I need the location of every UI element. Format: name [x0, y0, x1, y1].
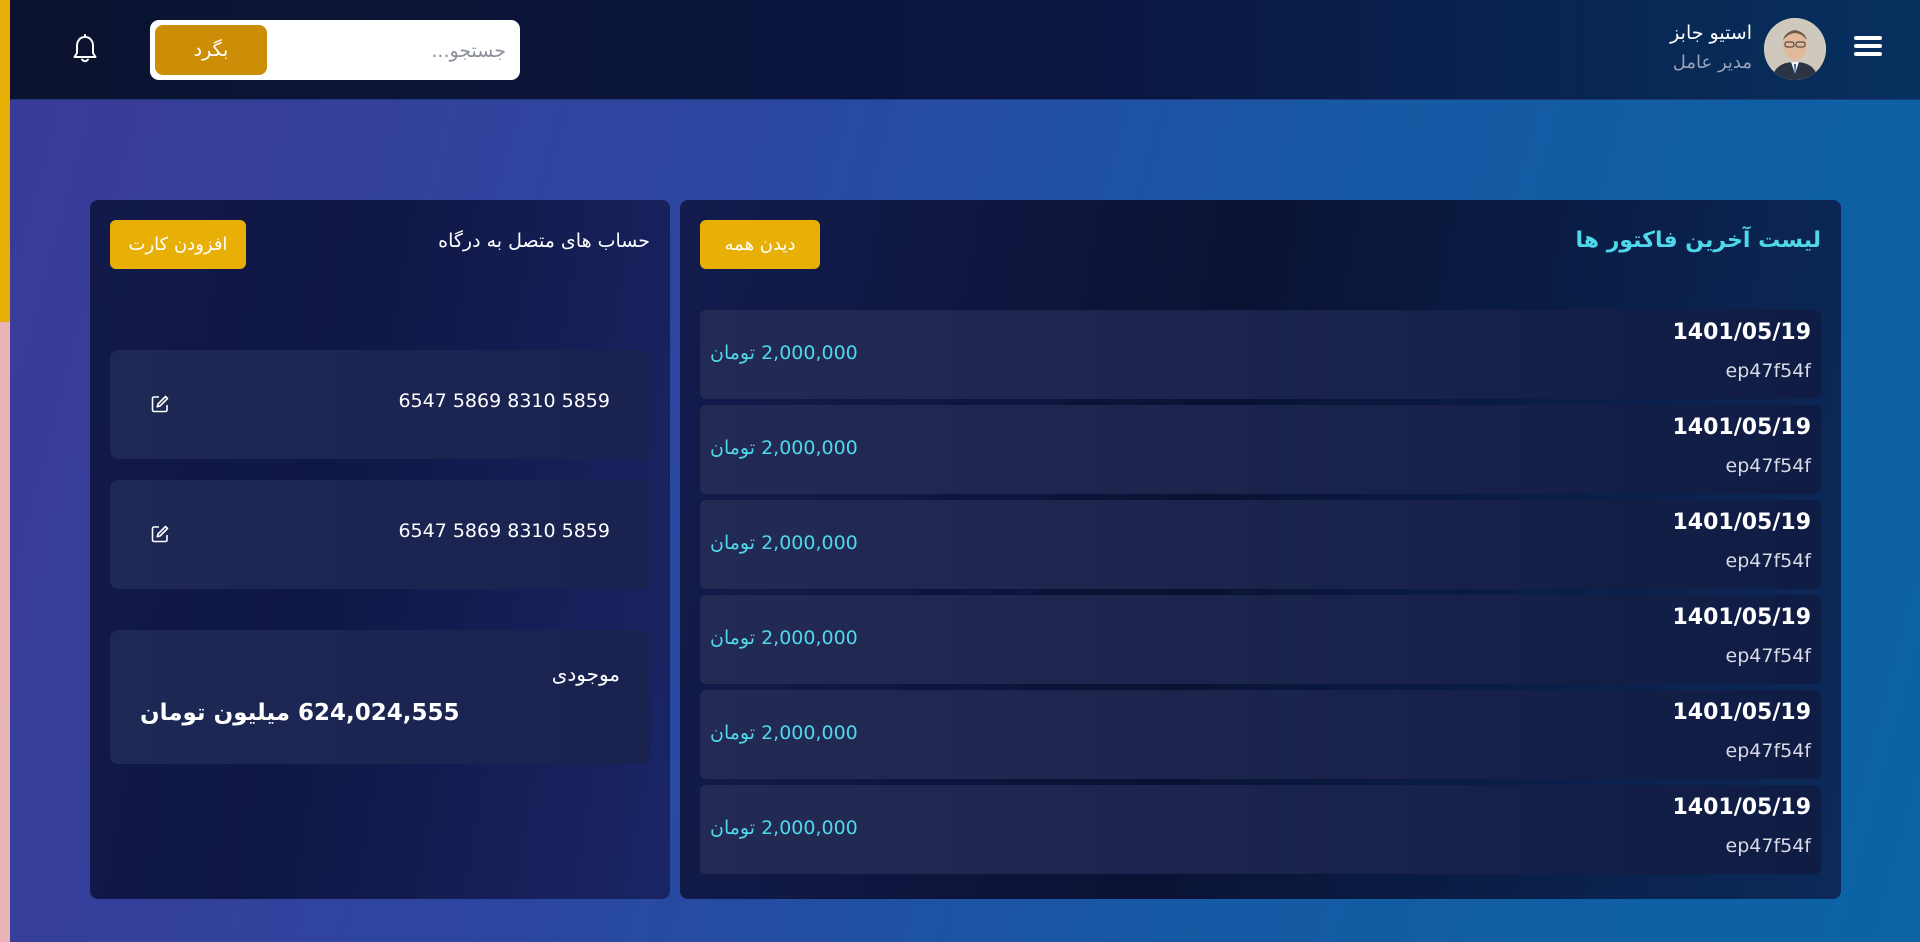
invoice-code: ep47f54f [1725, 455, 1811, 477]
invoice-code: ep47f54f [1725, 645, 1811, 667]
account-card-number: 6547 5869 8310 5859 [398, 390, 610, 412]
accounts-card: حساب های متصل به درگاه افزودن کارت 6547 … [90, 200, 670, 899]
account-card-row: 6547 5869 8310 5859 [110, 480, 650, 589]
add-card-button[interactable]: افزودن کارت [110, 220, 246, 269]
user-avatar[interactable] [1764, 18, 1826, 80]
invoice-row[interactable]: 1401/05/19 ep47f54f 2,000,000 تومان [700, 405, 1821, 494]
invoice-date: 1401/05/19 [1672, 795, 1811, 820]
avatar-portrait-icon [1764, 18, 1826, 80]
user-name: استیو جابز [1670, 22, 1752, 44]
invoice-code: ep47f54f [1725, 835, 1811, 857]
balance-label: موجودی [551, 662, 620, 686]
invoice-amount: 2,000,000 تومان [710, 817, 858, 839]
search-input[interactable] [268, 28, 508, 74]
accounts-title: حساب های متصل به درگاه [438, 230, 650, 252]
invoice-row[interactable]: 1401/05/19 ep47f54f 2,000,000 تومان [700, 595, 1821, 684]
invoice-amount: 2,000,000 تومان [710, 627, 858, 649]
invoice-row[interactable]: 1401/05/19 ep47f54f 2,000,000 تومان [700, 310, 1821, 399]
invoice-date: 1401/05/19 [1672, 700, 1811, 725]
invoice-row[interactable]: 1401/05/19 ep47f54f 2,000,000 تومان [700, 785, 1821, 874]
edit-icon[interactable] [150, 394, 170, 414]
invoice-amount: 2,000,000 تومان [710, 722, 858, 744]
invoices-card: لیست آخرین فاکتور ها دیدن همه 1401/05/19… [680, 200, 1841, 899]
edit-icon[interactable] [150, 524, 170, 544]
invoice-row[interactable]: 1401/05/19 ep47f54f 2,000,000 تومان [700, 690, 1821, 779]
invoice-date: 1401/05/19 [1672, 605, 1811, 630]
bell-icon[interactable] [72, 34, 98, 64]
invoice-date: 1401/05/19 [1672, 510, 1811, 535]
invoice-date: 1401/05/19 [1672, 415, 1811, 440]
balance-box: موجودی 624,024,555 میلیون تومان [110, 630, 650, 764]
invoice-row[interactable]: 1401/05/19 ep47f54f 2,000,000 تومان [700, 500, 1821, 589]
search-button[interactable]: بگرد [155, 25, 267, 75]
see-all-button[interactable]: دیدن همه [700, 220, 820, 269]
hamburger-menu-icon[interactable] [1854, 36, 1882, 60]
user-role: مدیر عامل [1672, 52, 1752, 73]
invoice-code: ep47f54f [1725, 360, 1811, 382]
invoice-amount: 2,000,000 تومان [710, 532, 858, 554]
invoice-amount: 2,000,000 تومان [710, 437, 858, 459]
balance-value: 624,024,555 میلیون تومان [140, 700, 460, 726]
left-rail [0, 0, 10, 942]
account-card-row: 6547 5869 8310 5859 [110, 350, 650, 459]
top-bar: استیو جابز مدیر عامل بگرد [10, 0, 1920, 100]
invoice-code: ep47f54f [1725, 550, 1811, 572]
invoices-title: لیست آخرین فاکتور ها [1575, 228, 1821, 253]
left-rail-accent [0, 0, 10, 322]
invoice-code: ep47f54f [1725, 740, 1811, 762]
account-card-number: 6547 5869 8310 5859 [398, 520, 610, 542]
invoice-date: 1401/05/19 [1672, 320, 1811, 345]
search-box: بگرد [150, 20, 520, 80]
invoice-amount: 2,000,000 تومان [710, 342, 858, 364]
